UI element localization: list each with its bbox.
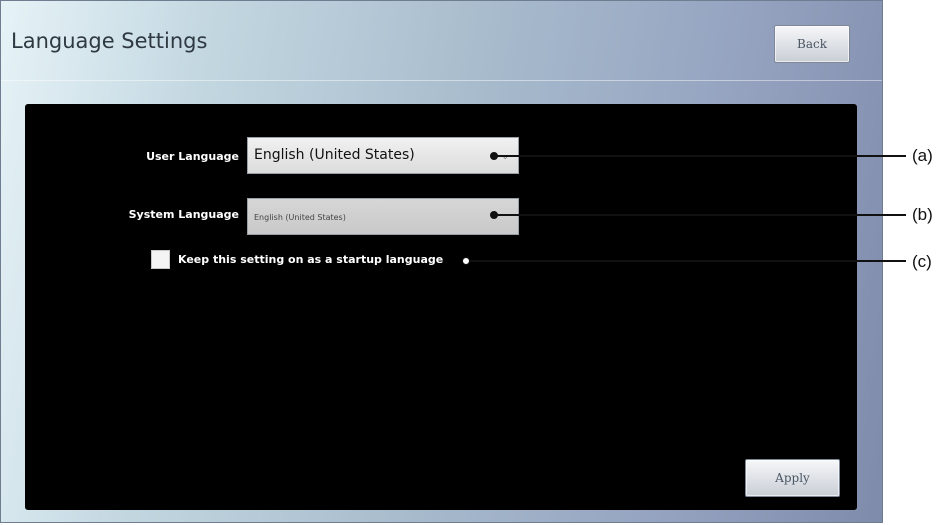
startup-language-label: Keep this setting on as a startup langua… <box>178 253 444 266</box>
system-language-dropdown[interactable]: English (United States) <box>247 198 519 235</box>
settings-panel: User Language English (United States) ⌄ … <box>25 104 857 510</box>
callout-line-b <box>494 214 906 216</box>
startup-language-checkbox[interactable] <box>151 250 170 269</box>
callout-dot-b <box>490 211 498 219</box>
back-button[interactable]: Back <box>774 25 850 63</box>
callout-line-c <box>468 260 906 262</box>
callout-label-a: (a) <box>912 146 933 165</box>
page-title: Language Settings <box>11 29 208 53</box>
callout-line-a <box>494 155 906 157</box>
title-bar: Language Settings Back <box>1 1 882 81</box>
callout-dot-c <box>462 257 470 265</box>
callout-dot-a <box>490 152 498 160</box>
user-language-dropdown[interactable]: English (United States) ⌄ <box>247 137 519 174</box>
system-language-label: System Language <box>128 208 239 221</box>
user-language-value: English (United States) <box>254 147 415 163</box>
callout-label-c: (c) <box>912 252 932 271</box>
callout-label-b: (b) <box>912 205 933 224</box>
apply-button[interactable]: Apply <box>745 459 840 497</box>
user-language-label: User Language <box>146 150 239 163</box>
system-language-value: English (United States) <box>254 213 346 222</box>
